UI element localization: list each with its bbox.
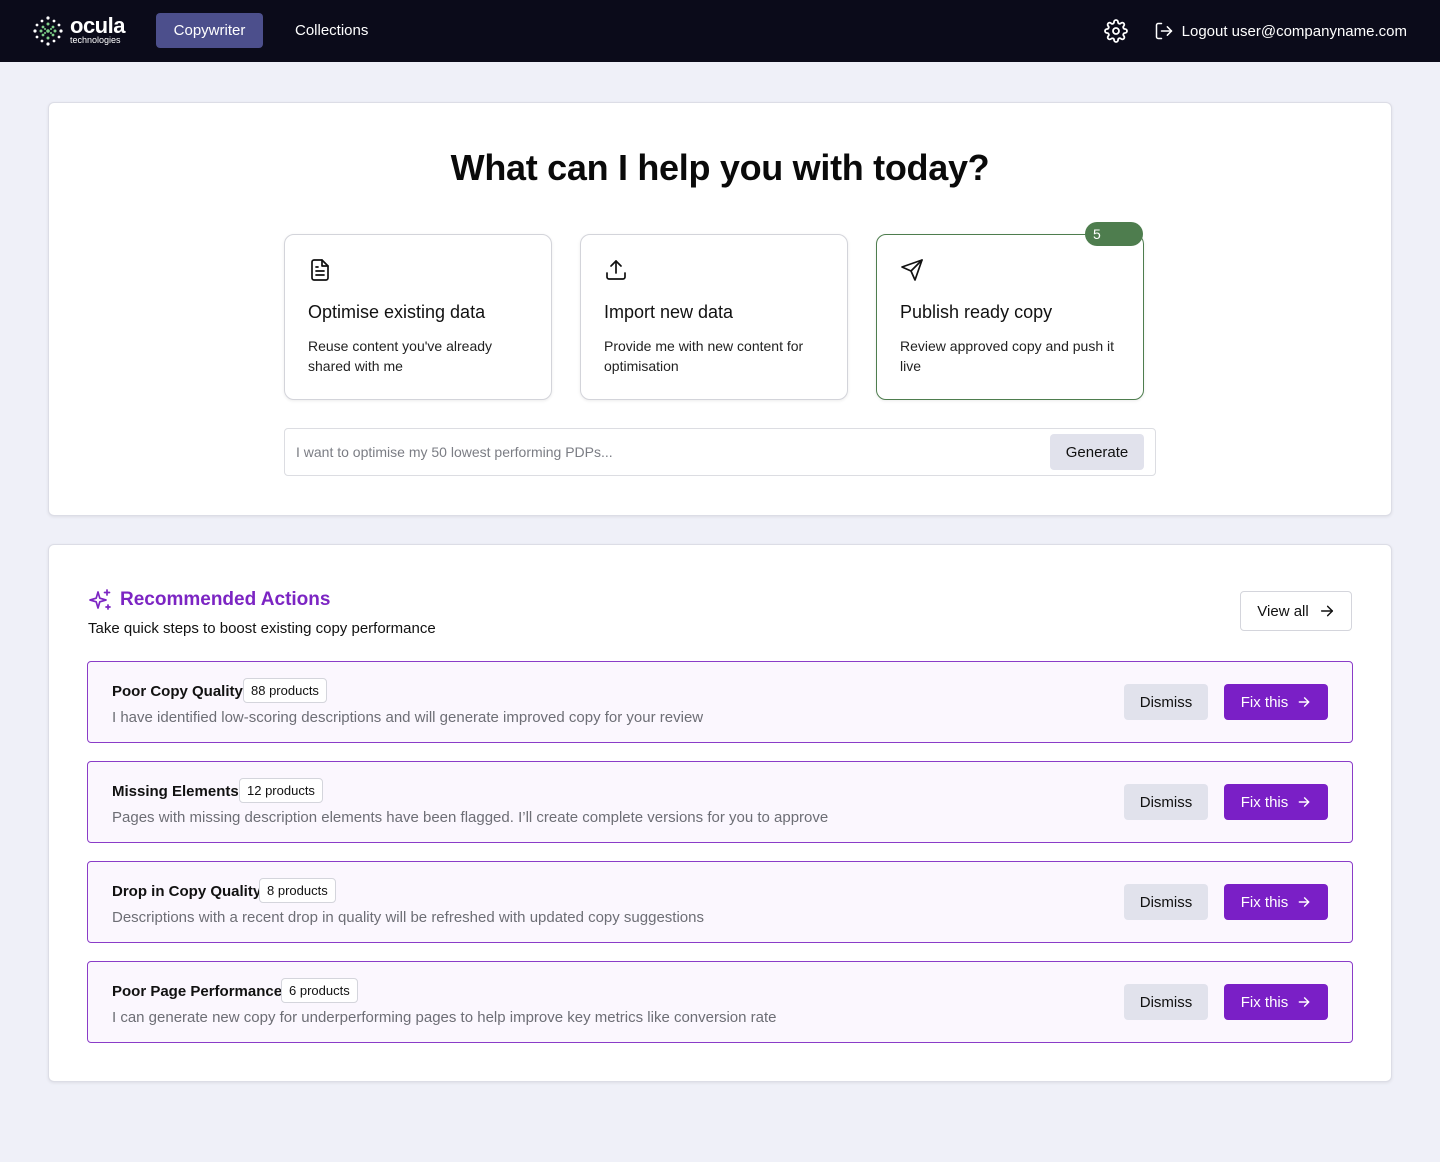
- recommended-header: Recommended Actions: [88, 588, 330, 612]
- option-description: Reuse content you've already shared with…: [308, 338, 493, 374]
- fix-this-label: Fix this: [1240, 893, 1289, 911]
- product-count-badge: 12 products: [239, 778, 323, 803]
- product-count-badge: 88 products: [243, 678, 327, 703]
- fix-this-button[interactable]: Fix this: [1224, 784, 1328, 820]
- recommended-actions-panel: Recommended Actions Take quick steps to …: [48, 544, 1392, 1082]
- arrow-right-icon: [1298, 897, 1310, 907]
- action-title: Missing Elements: [112, 783, 239, 800]
- arrow-right-icon: [1298, 997, 1310, 1007]
- brand-name: ocula: [70, 13, 125, 38]
- logout-label: Logout user@companyname.com: [1181, 22, 1407, 40]
- logout-button[interactable]: Logout user@companyname.com: [1154, 19, 1407, 43]
- action-title: Poor Page Performance: [112, 983, 283, 1000]
- fix-this-label: Fix this: [1240, 693, 1289, 711]
- option-optimise-existing-data[interactable]: Optimise existing data Reuse content you…: [284, 234, 552, 400]
- send-icon: [901, 259, 923, 281]
- page-title: What can I help you with today?: [450, 147, 990, 188]
- top-navigation: ocula technologies Copywriter Collection…: [0, 0, 1440, 62]
- upload-icon: [606, 260, 626, 280]
- action-title: Poor Copy Quality: [112, 683, 243, 700]
- prompt-bar: Generate: [284, 428, 1156, 476]
- arrow-right-icon: [1298, 697, 1310, 707]
- action-description: Pages with missing description elements …: [112, 809, 829, 826]
- arrow-right-icon: [1298, 797, 1310, 807]
- action-row-poor-copy-quality: Poor Copy Quality 88 products I have ide…: [87, 661, 1353, 743]
- arrow-right-icon: [1320, 605, 1333, 617]
- section-subtitle: Take quick steps to boost existing copy …: [88, 620, 436, 637]
- dismiss-button[interactable]: Dismiss: [1124, 984, 1208, 1020]
- dismiss-button[interactable]: Dismiss: [1124, 684, 1208, 720]
- action-description: Descriptions with a recent drop in quali…: [112, 909, 704, 926]
- fix-this-button[interactable]: Fix this: [1224, 684, 1328, 720]
- action-title: Drop in Copy Quality: [112, 883, 262, 900]
- product-count-badge: 8 products: [259, 878, 336, 903]
- help-panel: What can I help you with today? Optimise…: [48, 102, 1392, 516]
- product-count-badge: 6 products: [281, 978, 358, 1003]
- logout-icon: [1155, 22, 1172, 40]
- action-row-missing-elements: Missing Elements 12 products Pages with …: [87, 761, 1353, 843]
- action-description: I can generate new copy for underperform…: [112, 1009, 777, 1026]
- document-icon: [311, 259, 329, 281]
- fix-this-label: Fix this: [1240, 793, 1289, 811]
- ready-count-badge: 5 Ready: [1085, 222, 1143, 266]
- generate-button[interactable]: Generate: [1050, 434, 1144, 470]
- fix-this-label: Fix this: [1240, 993, 1289, 1011]
- option-import-new-data[interactable]: Import new data Provide me with new cont…: [580, 234, 848, 400]
- action-description: I have identified low-scoring descriptio…: [112, 709, 704, 726]
- gear-icon: [1104, 19, 1128, 43]
- prompt-input[interactable]: [285, 429, 1045, 475]
- view-all-label: View all: [1257, 602, 1309, 620]
- option-description: Provide me with new content for optimisa…: [604, 338, 804, 374]
- section-title: Recommended Actions: [120, 589, 331, 610]
- option-title: Import new data: [604, 302, 734, 322]
- fix-this-button[interactable]: Fix this: [1224, 884, 1328, 920]
- ocula-logo[interactable]: ocula technologies: [32, 15, 132, 47]
- fix-this-button[interactable]: Fix this: [1224, 984, 1328, 1020]
- action-row-poor-page-performance: Poor Page Performance 6 products I can g…: [87, 961, 1353, 1043]
- option-title: Publish ready copy: [900, 302, 1053, 322]
- brand-tagline: technologies: [70, 35, 121, 45]
- settings-button[interactable]: [1104, 19, 1128, 43]
- action-row-drop-in-copy-quality: Drop in Copy Quality 8 products Descript…: [87, 861, 1353, 943]
- view-all-button[interactable]: View all: [1240, 591, 1352, 631]
- sparkle-icon: [89, 589, 111, 610]
- tab-collections[interactable]: Collections: [279, 13, 384, 48]
- ocula-logo-icon: [33, 16, 63, 46]
- dismiss-button[interactable]: Dismiss: [1124, 784, 1208, 820]
- tab-copywriter[interactable]: Copywriter: [156, 13, 263, 48]
- option-title: Optimise existing data: [308, 302, 486, 322]
- option-publish-ready-copy[interactable]: 5 Ready Publish ready copy Review approv…: [876, 222, 1144, 400]
- dismiss-button[interactable]: Dismiss: [1124, 884, 1208, 920]
- option-description: Review approved copy and push it live: [900, 338, 1115, 374]
